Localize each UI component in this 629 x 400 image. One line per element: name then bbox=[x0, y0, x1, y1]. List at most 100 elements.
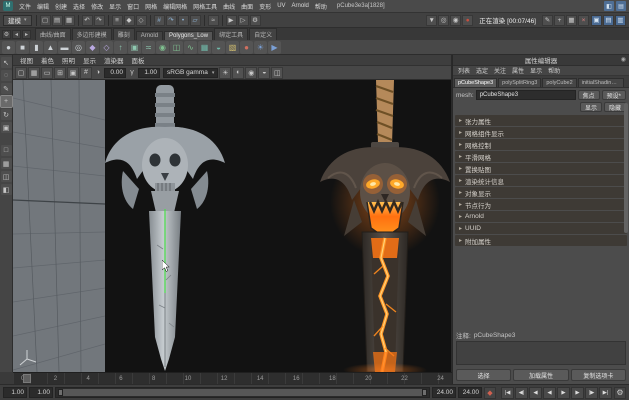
layout-persp-outliner-icon[interactable]: ◫ bbox=[1, 171, 12, 182]
shelf-torus-icon[interactable]: ◎ bbox=[72, 41, 85, 54]
shelf-tab[interactable]: 绑定工具 bbox=[214, 28, 248, 40]
shelf-tab[interactable]: 多边形建模 bbox=[72, 28, 112, 40]
range-slider[interactable] bbox=[55, 387, 430, 398]
snap-point-icon[interactable]: • bbox=[178, 15, 189, 26]
shelf-light-icon[interactable]: ☀ bbox=[254, 41, 267, 54]
modeling-toolkit-icon[interactable]: ▣ bbox=[591, 15, 602, 26]
attribute-section-header[interactable]: 网格控制 bbox=[455, 139, 627, 150]
channel-box-toggle-icon[interactable]: ▥ bbox=[615, 15, 626, 26]
menu-item[interactable]: 选择 bbox=[70, 2, 88, 11]
tool-rotate-icon[interactable]: ↻ bbox=[1, 109, 12, 120]
shelf-uv-icon[interactable]: ▧ bbox=[226, 41, 239, 54]
ae-menu-item[interactable]: 显示 bbox=[527, 66, 545, 75]
menu-item[interactable]: UV bbox=[274, 3, 288, 9]
attribute-editor-scrollbar[interactable] bbox=[624, 103, 628, 233]
ae-node-tab[interactable]: pCubeShape3 bbox=[454, 78, 497, 87]
viewport-menu-item[interactable]: 显示 bbox=[79, 55, 100, 65]
menu-item[interactable]: 变形 bbox=[256, 2, 274, 11]
shelf-tab[interactable]: Polygons_Low bbox=[164, 31, 213, 40]
menu-item[interactable]: 曲线 bbox=[220, 2, 238, 11]
model-sword-clay[interactable] bbox=[95, 85, 235, 372]
menu-item[interactable]: 网格工具 bbox=[190, 2, 220, 11]
snap-grid-icon[interactable]: # bbox=[154, 15, 165, 26]
ae-node-tab[interactable]: initialShadingGroup bbox=[578, 78, 624, 87]
mesh-name-field[interactable]: pCubeShape3 bbox=[476, 90, 576, 100]
search-scene-icon[interactable]: ◎ bbox=[438, 15, 449, 26]
shelf-next-icon[interactable]: ▸ bbox=[22, 30, 31, 39]
snap-curve-icon[interactable]: ↷ bbox=[166, 15, 177, 26]
layout-hypershade-icon[interactable]: ◧ bbox=[1, 184, 12, 195]
ae-menu-item[interactable]: 帮助 bbox=[545, 66, 563, 75]
shelf-render-icon[interactable]: ▶ bbox=[268, 41, 281, 54]
shelf-tab[interactable]: 雕刻 bbox=[113, 28, 135, 40]
new-scene-icon[interactable]: ▢ bbox=[40, 15, 51, 26]
play-button[interactable]: ▶ bbox=[557, 387, 570, 399]
layout-four-pane-icon[interactable]: ▦ bbox=[1, 158, 12, 169]
tool-lasso-icon[interactable]: ◌ bbox=[1, 70, 12, 81]
open-scene-icon[interactable]: ▤ bbox=[52, 15, 63, 26]
gamma-field[interactable]: 1.00 bbox=[138, 68, 160, 78]
shelf-gear-icon[interactable]: ⚙ bbox=[2, 30, 11, 39]
add-note-icon[interactable]: + bbox=[554, 15, 565, 26]
tool-paint-select-icon[interactable]: ✎ bbox=[1, 83, 12, 94]
range-end-field[interactable]: 24.00 bbox=[458, 387, 482, 398]
viewport-menu-item[interactable]: 面板 bbox=[128, 55, 149, 65]
shelf-cylinder-icon[interactable]: ▮ bbox=[30, 41, 43, 54]
shelf-plane-icon[interactable]: ▬ bbox=[58, 41, 71, 54]
shelf-quad-draw-icon[interactable]: ▦ bbox=[198, 41, 211, 54]
time-slider[interactable]: 024681012141618202224 bbox=[13, 372, 452, 384]
vp-motion-blur-icon[interactable]: ◒ bbox=[258, 67, 270, 79]
playback-start-field[interactable]: 1.00 bbox=[29, 387, 53, 398]
grid-toggle-icon[interactable]: ▦ bbox=[566, 15, 577, 26]
select-object-icon[interactable]: ◆ bbox=[124, 15, 135, 26]
ae-node-tab[interactable]: polySplitRing3 bbox=[498, 78, 541, 87]
vp-select-camera-icon[interactable]: ▢ bbox=[15, 67, 27, 79]
attribute-section-header[interactable]: 附加属性 bbox=[455, 235, 627, 246]
viewport-menu-item[interactable]: 照明 bbox=[58, 55, 79, 65]
menu-item[interactable]: 曲面 bbox=[238, 2, 256, 11]
tool-select-icon[interactable]: ↖ bbox=[1, 57, 12, 68]
step-forward-button[interactable]: ▶ bbox=[571, 387, 584, 399]
shelf-prev-icon[interactable]: ◂ bbox=[12, 30, 21, 39]
menu-item[interactable]: 创建 bbox=[52, 2, 70, 11]
pin-icon[interactable]: ◉ bbox=[621, 56, 626, 63]
hide-button[interactable]: 隐藏 bbox=[604, 102, 626, 112]
animation-preferences-icon[interactable]: ⚙ bbox=[614, 387, 626, 399]
shelf-bevel-icon[interactable]: ▣ bbox=[128, 41, 141, 54]
attribute-section-header[interactable]: UUID bbox=[455, 223, 627, 234]
step-back-button[interactable]: ◀ bbox=[529, 387, 542, 399]
play-backwards-button[interactable]: ◀ bbox=[543, 387, 556, 399]
model-sword-textured[interactable] bbox=[310, 80, 451, 372]
shelf-cube-icon[interactable]: ■ bbox=[16, 41, 29, 54]
redo-icon[interactable]: ↷ bbox=[94, 15, 105, 26]
shelf-smooth-icon[interactable]: ∿ bbox=[184, 41, 197, 54]
stop-render-icon[interactable]: × bbox=[578, 15, 589, 26]
tool-scale-icon[interactable]: ▣ bbox=[1, 122, 12, 133]
focus-button[interactable]: 焦点 bbox=[578, 90, 600, 100]
select-component-icon[interactable]: ◇ bbox=[136, 15, 147, 26]
shelf-material-icon[interactable]: ● bbox=[240, 41, 253, 54]
shelf-multicut-icon[interactable]: ◇ bbox=[100, 41, 113, 54]
menu-item[interactable]: 编辑 bbox=[34, 2, 52, 11]
viewport-menu-item[interactable]: 渲染器 bbox=[100, 55, 128, 65]
ae-menu-item[interactable]: 选定 bbox=[473, 66, 491, 75]
attribute-section-header[interactable]: Arnold bbox=[455, 211, 627, 222]
snap-plane-icon[interactable]: ▱ bbox=[190, 15, 201, 26]
ae-footer-button[interactable]: 选择 bbox=[456, 369, 511, 381]
viewport-canvas[interactable] bbox=[13, 80, 451, 372]
shelf-cone-icon[interactable]: ▲ bbox=[44, 41, 57, 54]
record-icon[interactable]: ● bbox=[462, 15, 473, 26]
range-slider-bar[interactable] bbox=[58, 389, 427, 396]
ae-footer-button[interactable]: 复制选项卡 bbox=[571, 369, 626, 381]
current-frame-marker[interactable] bbox=[23, 374, 31, 383]
vp-resolution-gate-icon[interactable]: ⊞ bbox=[54, 67, 66, 79]
attribute-editor-toggle-icon[interactable]: ▤ bbox=[603, 15, 614, 26]
attribute-section-header[interactable]: 张力属性 bbox=[455, 115, 627, 126]
shelf-sphere-icon[interactable]: ● bbox=[2, 41, 15, 54]
attribute-section-header[interactable]: 对象显示 bbox=[455, 187, 627, 198]
shelf-tab[interactable]: 自定义 bbox=[249, 28, 277, 40]
viewport-menu-item[interactable]: 着色 bbox=[37, 55, 58, 65]
shelf-merge-icon[interactable]: ◉ bbox=[156, 41, 169, 54]
tool-move-icon[interactable]: + bbox=[1, 96, 12, 107]
ae-menu-item[interactable]: 关注 bbox=[491, 66, 509, 75]
